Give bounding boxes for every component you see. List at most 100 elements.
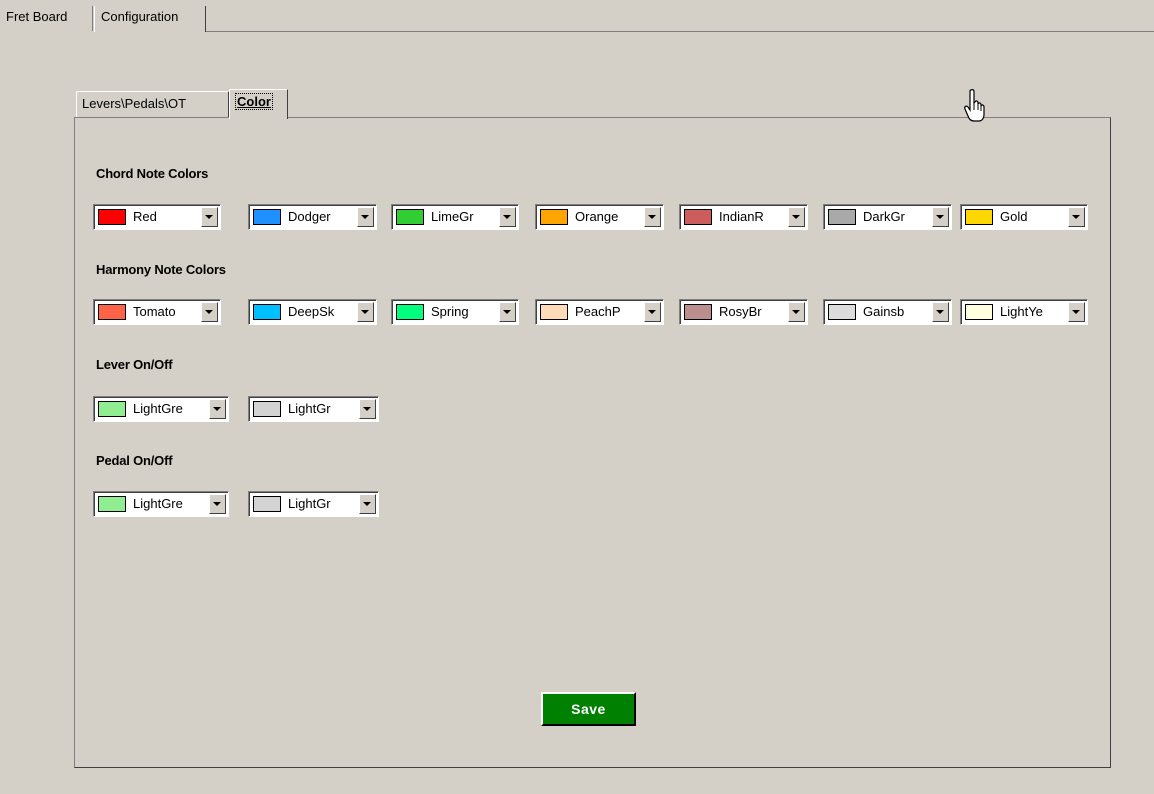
color-name: LimeGr <box>431 209 474 224</box>
top-tab-bar: Fret Board Configuration <box>0 6 1154 32</box>
color-name: DeepSk <box>288 304 335 319</box>
chevron-down-icon <box>648 215 656 219</box>
color-swatch <box>98 401 126 417</box>
pedal-color-select-1[interactable]: LightGre <box>93 491 229 517</box>
chord-color-select-2[interactable]: Dodger <box>248 204 377 230</box>
color-swatch <box>965 304 993 320</box>
dropdown-button[interactable] <box>788 207 805 227</box>
hand-pointer-icon <box>964 89 985 122</box>
tab-configuration[interactable]: Configuration <box>94 6 206 32</box>
tab-levers-pedals-ot[interactable]: Levers\Pedals\OT <box>76 91 229 118</box>
dropdown-button[interactable] <box>201 207 218 227</box>
chevron-down-icon <box>205 215 213 219</box>
color-swatch <box>253 209 281 225</box>
dropdown-button[interactable] <box>644 302 661 322</box>
harmony-color-select-7[interactable]: LightYe <box>960 299 1088 325</box>
chevron-down-icon <box>936 215 944 219</box>
dropdown-button[interactable] <box>932 302 949 322</box>
pedal-on-off-heading: Pedal On/Off <box>96 453 173 468</box>
chord-color-select-6[interactable]: DarkGr <box>823 204 952 230</box>
chord-color-select-1[interactable]: Red <box>93 204 221 230</box>
color-name: LightYe <box>1000 304 1043 319</box>
dropdown-button[interactable] <box>359 494 376 514</box>
dropdown-button[interactable] <box>932 207 949 227</box>
chevron-down-icon <box>361 215 369 219</box>
dropdown-button[interactable] <box>201 302 218 322</box>
color-swatch <box>396 304 424 320</box>
dropdown-button[interactable] <box>1068 302 1085 322</box>
color-swatch <box>828 304 856 320</box>
chord-color-select-4[interactable]: Orange <box>535 204 664 230</box>
tab-color[interactable]: Color <box>229 89 288 119</box>
color-name: Red <box>133 209 157 224</box>
dropdown-button[interactable] <box>209 494 226 514</box>
color-swatch <box>540 209 568 225</box>
dropdown-button[interactable] <box>209 399 226 419</box>
color-swatch <box>828 209 856 225</box>
harmony-color-select-1[interactable]: Tomato <box>93 299 221 325</box>
color-name: LightGr <box>288 496 331 511</box>
chevron-down-icon <box>503 215 511 219</box>
color-swatch <box>98 209 126 225</box>
tab-color-label: Color <box>235 93 273 110</box>
chevron-down-icon <box>792 215 800 219</box>
color-name: RosyBr <box>719 304 762 319</box>
chord-color-select-5[interactable]: IndianR <box>679 204 808 230</box>
tab-fret-board[interactable]: Fret Board <box>0 6 93 31</box>
color-name: Dodger <box>288 209 331 224</box>
pedal-color-select-2[interactable]: LightGr <box>248 491 379 517</box>
color-name: DarkGr <box>863 209 905 224</box>
color-name: Spring <box>431 304 469 319</box>
color-name: LightGr <box>288 401 331 416</box>
harmony-color-select-4[interactable]: PeachP <box>535 299 664 325</box>
dropdown-button[interactable] <box>788 302 805 322</box>
dropdown-button[interactable] <box>357 207 374 227</box>
dropdown-button[interactable] <box>359 399 376 419</box>
harmony-color-select-6[interactable]: Gainsb <box>823 299 952 325</box>
chevron-down-icon <box>503 310 511 314</box>
tab-levers-pedals-ot-label: Levers\Pedals\OT <box>82 96 187 111</box>
dropdown-button[interactable] <box>357 302 374 322</box>
color-name: Orange <box>575 209 619 224</box>
color-name: LightGre <box>133 496 183 511</box>
dropdown-button[interactable] <box>1068 207 1085 227</box>
chevron-down-icon <box>213 407 221 411</box>
color-swatch <box>98 496 126 512</box>
harmony-color-select-3[interactable]: Spring <box>391 299 519 325</box>
chevron-down-icon <box>361 310 369 314</box>
chord-color-select-7[interactable]: Gold <box>960 204 1088 230</box>
save-button[interactable]: Save <box>541 692 636 726</box>
color-swatch <box>540 304 568 320</box>
chevron-down-icon <box>213 502 221 506</box>
lever-color-select-2[interactable]: LightGr <box>248 396 379 422</box>
chevron-down-icon <box>648 310 656 314</box>
harmony-color-select-2[interactable]: DeepSk <box>248 299 377 325</box>
color-swatch <box>253 401 281 417</box>
chevron-down-icon <box>363 502 371 506</box>
dropdown-button[interactable] <box>644 207 661 227</box>
color-name: PeachP <box>575 304 621 319</box>
lever-on-off-heading: Lever On/Off <box>96 357 173 372</box>
chevron-down-icon <box>936 310 944 314</box>
dropdown-button[interactable] <box>499 302 516 322</box>
tab-strip-divider <box>205 31 1154 32</box>
color-name: Tomato <box>133 304 176 319</box>
dropdown-button[interactable] <box>499 207 516 227</box>
color-swatch <box>965 209 993 225</box>
color-swatch <box>396 209 424 225</box>
chevron-down-icon <box>363 407 371 411</box>
color-name: Gold <box>1000 209 1028 224</box>
chevron-down-icon <box>1072 215 1080 219</box>
color-swatch <box>98 304 126 320</box>
color-swatch <box>253 496 281 512</box>
chord-color-select-3[interactable]: LimeGr <box>391 204 519 230</box>
chevron-down-icon <box>205 310 213 314</box>
harmony-color-select-5[interactable]: RosyBr <box>679 299 808 325</box>
color-name: LightGre <box>133 401 183 416</box>
color-name: IndianR <box>719 209 764 224</box>
color-swatch <box>684 209 712 225</box>
lever-color-select-1[interactable]: LightGre <box>93 396 229 422</box>
chord-note-colors-heading: Chord Note Colors <box>96 166 209 181</box>
harmony-note-colors-heading: Harmony Note Colors <box>96 262 226 277</box>
color-swatch <box>253 304 281 320</box>
